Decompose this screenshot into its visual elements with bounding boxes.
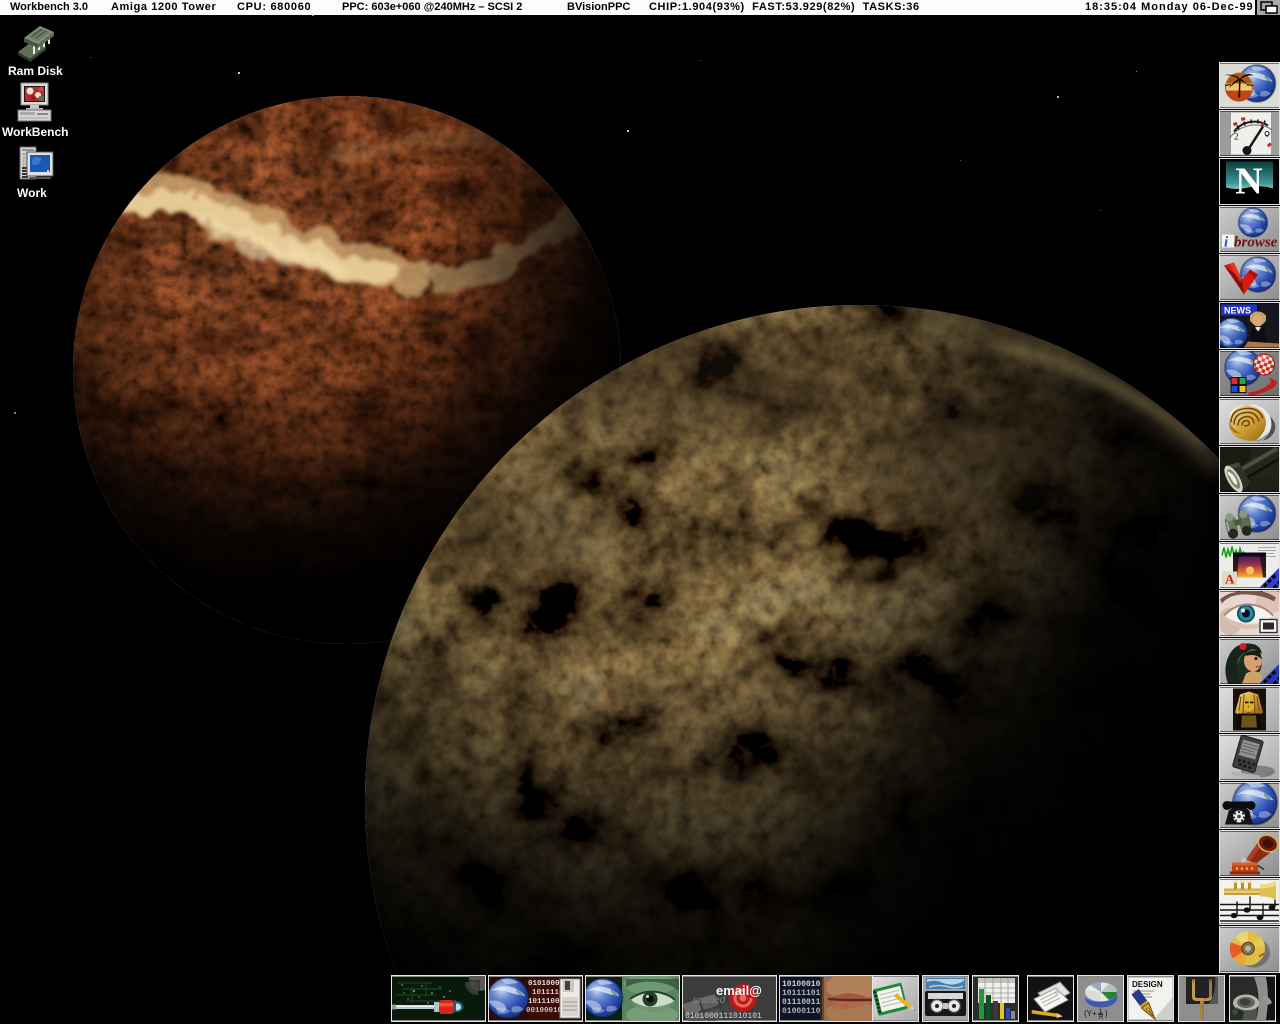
svg-text:10111101: 10111101 [782,989,821,998]
svg-text:10111001: 10111001 [528,998,565,1006]
svg-text:01110011: 01110011 [782,998,821,1007]
svg-text:(Y+: (Y+ [1084,1009,1097,1018]
svg-text:): ) [1105,1009,1108,1018]
svg-text:1011110: 1011110 [532,989,564,997]
svg-text:DESIGN: DESIGN [1132,980,1163,989]
svg-text:10100010: 10100010 [782,980,821,989]
svg-text:0101000111010101: 0101000111010101 [685,1012,762,1021]
svg-text:N: N [1235,161,1262,203]
svg-text:01000110: 01000110 [782,1007,821,1016]
svg-text:2: 2 [1234,132,1239,142]
svg-text:browse: browse [1234,235,1278,251]
svg-text:R: R [1099,1015,1104,1021]
svg-text:mail: mail [832,1001,850,1011]
svg-text:email@: email@ [716,983,762,998]
svg-text:01010001: 01010001 [528,980,565,988]
svg-text:00100010: 00100010 [526,1007,563,1015]
svg-text:A: A [1225,572,1235,587]
svg-text:NEWS: NEWS [1224,306,1251,316]
